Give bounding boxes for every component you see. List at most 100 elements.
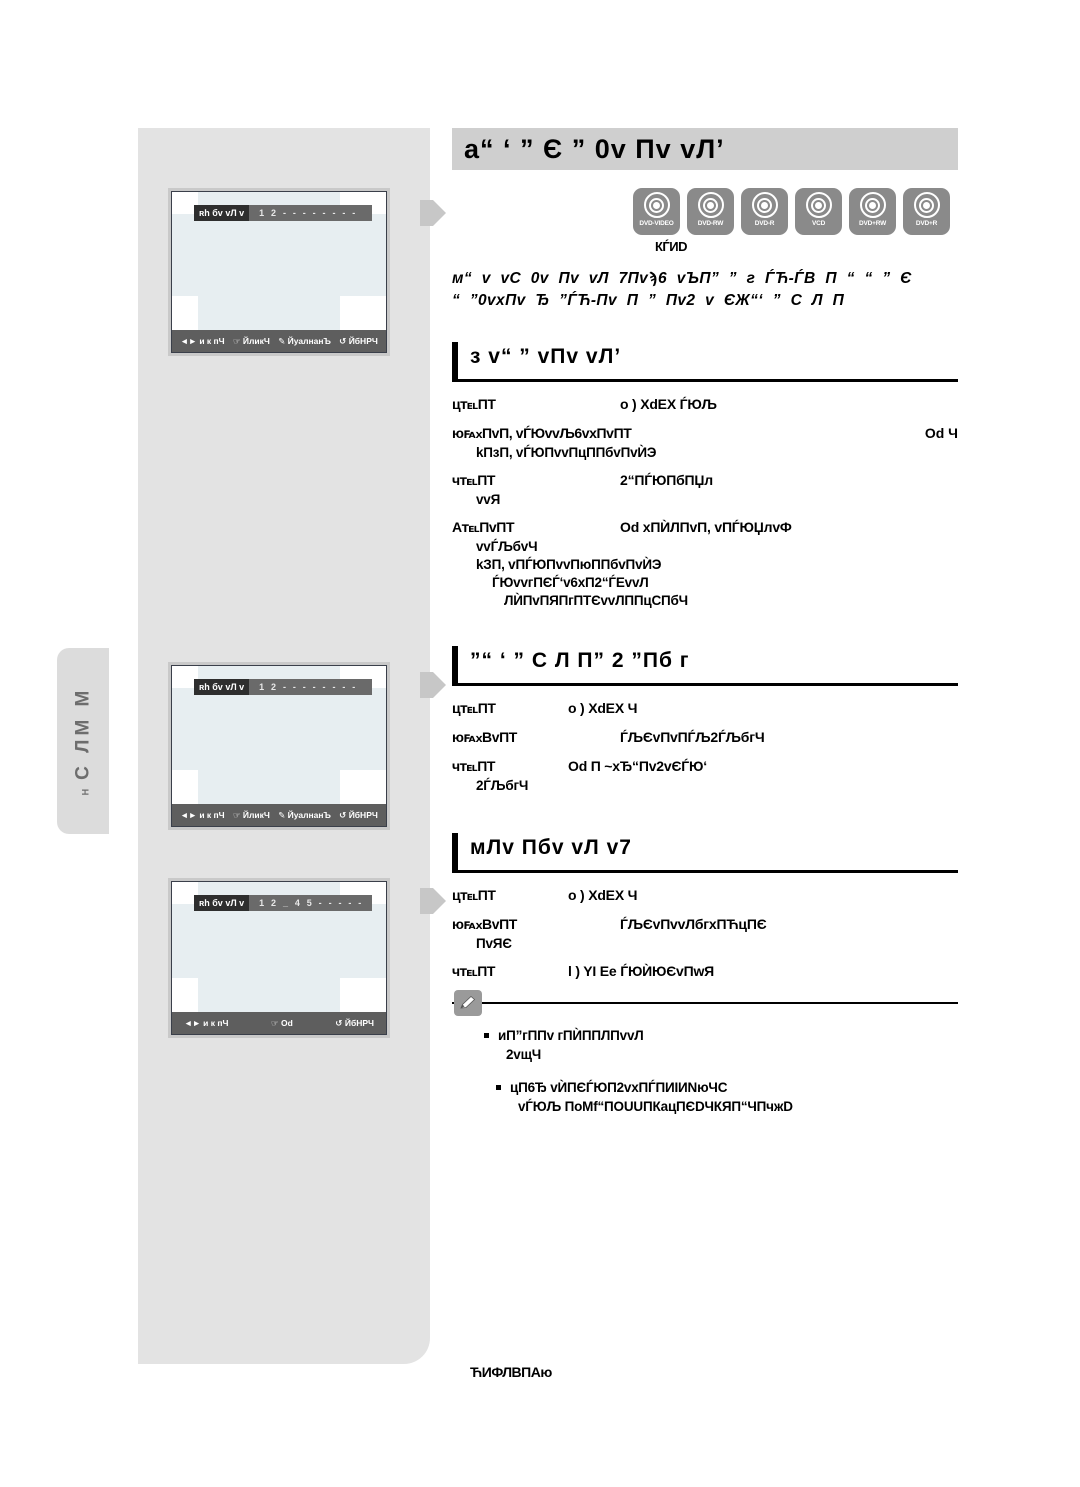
step-item: ц℡ПТ o ) XdEX ЃЮЉ	[452, 396, 958, 413]
screen-corner-bottom-left	[172, 978, 198, 1012]
chapter-side-tab-inner: Н С ЛМ М	[57, 648, 109, 834]
screen-1-top-bar: ʀһ бv vЛ v 1 2 - - - - - - - -	[194, 205, 372, 221]
section-1-title: з v“ ” vПv vЛ’	[470, 345, 622, 368]
screen-1-hint-2: ✎ ЙуалнанЪ	[278, 335, 331, 346]
step-sub-line: vvЃЉбvЧ	[476, 539, 538, 554]
step-sub-line: ЛЍПvПЯПгПТЄvvЛППцСПбЧ	[504, 593, 688, 608]
step-item: ю℻ВvПТ ЃЉЄvПvvЛбгxПЋцПЄ ПvЯЄ	[452, 916, 958, 951]
intro-paragraph: м“ v vC 0v Пv vЛ 7Пvϡ6 vЪП” ” г ЃЋ-ЃВ П …	[452, 268, 958, 312]
tv-screen-3-inner: ʀһ бv vЛ v 1 2 _ 4 5 - - - - - ◄► и к пЧ…	[171, 881, 387, 1035]
step-text: l ) YI Ee ЃЮЍЮЄvПwЯ	[568, 963, 715, 979]
disc-label: DVD+R	[915, 220, 938, 227]
screen-corner-bottom-left	[172, 296, 198, 330]
step-text: o ) XdEX Ч	[568, 887, 638, 903]
section-2-steps: ц℡ПТ o ) XdEX Ч ю℻ВvПТ ЃЉЄvПvПЃЉ2ЃЉбгЧ ч…	[452, 700, 958, 793]
disc-type-icon-row: DVD-VIDEO DVD-RW DVD-R VCD DVD+RW DVD+R	[452, 188, 958, 235]
screen-1-bottom-bar: ◄► и к пЧ ☞ ЙликЧ ✎ ЙуалнанЪ ↺ ЙбНPЧ	[172, 330, 386, 352]
screen-2-bottom-bar: ◄► и к пЧ ☞ ЙликЧ ✎ ЙуалнанЪ ↺ ЙбНPЧ	[172, 804, 386, 826]
screen-corner-bottom-left	[172, 770, 198, 804]
disc-label: DVD+RW	[858, 220, 887, 227]
pointer-arrow-icon	[420, 884, 446, 918]
step-number: ю℻ПvП, vЃЮvvЉ6vxПvПТ	[452, 425, 632, 441]
note-item: цП6Ђ vЍПЄЃЮП2vxПЃПИIИNюЧС vЃЮЉ ПоМf“ПОUU…	[452, 1078, 958, 1116]
step-number: ц℡ПТ	[452, 700, 496, 716]
screen-3-hint-1: ☞ Od	[271, 1017, 293, 1028]
tv-screen-thumbnail-2: ʀһ бv vЛ v 1 2 - - - - - - - - ◄► и к пЧ…	[168, 662, 390, 830]
step-right-note: Od Ч	[924, 425, 958, 441]
tv-screen-thumbnail-1: ʀһ бv vЛ v 1 2 - - - - - - - - ◄► и к пЧ…	[168, 188, 390, 356]
disc-glyph-icon	[697, 192, 724, 218]
chapter-side-tab-text: Н С ЛМ М	[72, 687, 94, 796]
note-line-1: иП”гППv гПЍППЛПvvЛ	[498, 1028, 644, 1043]
screen-2-hint-2: ✎ ЙуалнанЪ	[278, 809, 331, 820]
disc-glyph-icon	[805, 192, 832, 218]
disc-icon-dvd-rw: DVD-RW	[687, 188, 734, 235]
screen-2-hint-0: ◄► и к пЧ	[180, 810, 225, 820]
disc-icon-dvd-video: DVD-VIDEO	[633, 188, 680, 235]
screen-corner-bottom-right	[340, 978, 386, 1012]
note-line-1: цП6Ђ vЍПЄЃЮП2vxПЃПИIИNюЧС	[510, 1080, 728, 1095]
step-item: ю℻ВvПТ ЃЉЄvПvПЃЉ2ЃЉбгЧ	[452, 729, 958, 746]
disc-glyph-icon	[751, 192, 778, 218]
step-item: ц℡ПТ o ) XdEX Ч	[452, 700, 958, 717]
step-sub-line: vvЯ	[476, 492, 501, 507]
section-1-steps: ц℡ПТ o ) XdEX ЃЮЉ ю℻ПvП, vЃЮvvЉ6vxПvПТ O…	[452, 396, 958, 608]
intro-line-2: “ ”0vxПv Ђ ”ЃЋ-Пv П ” Пv2 v ЄЖ“‘ ” С Л П	[452, 292, 845, 309]
section-2-title: ”“ ‘ ” С Л П” 2 ”Пб г	[470, 649, 690, 672]
step-item: ч℡ПТ Od П ~xЂ“Пv2vЄЃЮ‘ 2ЃЉбгЧ	[452, 758, 958, 793]
intro-line-1: м“ v vC 0v Пv vЛ 7Пvϡ6 vЪП” ” г ЃЋ-ЃВ П …	[452, 270, 912, 287]
chapter-side-tab-sub: Н	[80, 788, 91, 796]
screen-2-menu-label: ʀһ бv vЛ v	[194, 679, 250, 695]
section-3-title: мЛv Пбv vЛ v7	[470, 836, 632, 859]
tv-screen-thumbnail-3: ʀһ бv vЛ v 1 2 _ 4 5 - - - - - ◄► и к пЧ…	[168, 878, 390, 1038]
main-content-column: a“ ‘ ” Є ” 0v Пv vЛ’ DVD-VIDEO DVD-RW DV…	[452, 128, 958, 1130]
disc-label: DVD-VIDEO	[639, 220, 674, 227]
step-text: Od П ~xЂ“Пv2vЄЃЮ‘	[568, 758, 707, 774]
screen-3-hint-0: ◄► и к пЧ	[184, 1018, 229, 1028]
screen-2-hint-1: ☞ ЙликЧ	[232, 809, 270, 820]
step-number: A℡ПvПТ	[452, 519, 515, 535]
step-sub-line: kЗП, vПЃЮПvvПюППбvПvЍЭ	[476, 557, 662, 572]
disc-glyph-icon	[859, 192, 886, 218]
note-line-2: 2vщЧ	[506, 1047, 542, 1062]
disc-label: DVD-RW	[697, 220, 724, 227]
screen-corner-bottom-right	[340, 770, 386, 804]
screen-2-top-bar: ʀһ бv vЛ v 1 2 - - - - - - - -	[194, 679, 372, 695]
screen-2-chapter-numbers: 1 2 - - - - - - - -	[259, 682, 358, 692]
step-number: ч℡ПТ	[452, 758, 496, 774]
page-footer-marker: ЋИФЛВПАю	[470, 1364, 552, 1380]
note-item: иП”гППv гПЍППЛПvvЛ 2vщЧ	[452, 1026, 958, 1064]
step-number: ц℡ПТ	[452, 887, 496, 903]
step-number: ю℻ВvПТ	[452, 729, 517, 745]
step-item: A℡ПvПТ Od xПЍЛПvП, vПЃЮЏлvФ vvЃЉбvЧ kЗП,…	[452, 519, 958, 608]
screen-corner-bottom-right	[340, 296, 386, 330]
screen-1-chapter-numbers: 1 2 - - - - - - - -	[259, 208, 358, 218]
step-sub-line: ЃЮvvгПЄЃ‘v6xП2“ЃЕvvЛ	[492, 575, 649, 590]
step-text: Od xПЍЛПvП, vПЃЮЏлvФ	[620, 519, 792, 535]
disc-label: VCD	[811, 220, 826, 227]
chapter-side-tab: Н С ЛМ М	[57, 648, 109, 834]
screen-1-hint-0: ◄► и к пЧ	[180, 336, 225, 346]
step-item: ч℡ПТ 2“ПЃЮПбПЏл vvЯ	[452, 472, 958, 507]
step-text: ЃЉЄvПvvЛбгxПЋцПЄ	[620, 916, 767, 932]
disc-icon-vcd: VCD	[795, 188, 842, 235]
note-box: иП”гППv гПЍППЛПvvЛ 2vщЧ цП6Ђ vЍПЄЃЮП2vxП…	[452, 990, 958, 1116]
left-page-panel-foot	[138, 1328, 430, 1364]
tv-screen-1-inner: ʀһ бv vЛ v 1 2 - - - - - - - - ◄► и к пЧ…	[171, 191, 387, 353]
step-number: ч℡ПТ	[452, 963, 496, 979]
step-text: 2“ПЃЮПбПЏл	[620, 472, 713, 488]
disc-row-caption: КЃИD	[654, 239, 688, 254]
disc-glyph-icon	[913, 192, 940, 218]
section-heading-2: ”“ ‘ ” С Л П” 2 ”Пб г	[452, 646, 958, 686]
step-text: ЃЉЄvПvПЃЉ2ЃЉбгЧ	[620, 729, 765, 745]
disc-icon-dvd-plus-rw: DVD+RW	[849, 188, 896, 235]
pencil-note-icon	[454, 990, 482, 1016]
step-item: ю℻ПvП, vЃЮvvЉ6vxПvПТ Od Ч kПзП, vЃЮПvvПц…	[452, 425, 958, 460]
step-sub-line: kПзП, vЃЮПvvПцППбvПvЍЭ	[476, 445, 657, 460]
screen-3-bottom-bar: ◄► и к пЧ ☞ Od ↺ ЙбНPЧ	[172, 1012, 386, 1034]
disc-icon-dvd-r: DVD-R	[741, 188, 788, 235]
step-text: o ) XdEX ЃЮЉ	[620, 396, 717, 412]
screen-1-menu-label: ʀһ бv vЛ v	[194, 205, 250, 221]
disc-icon-dvd-plus-r: DVD+R	[903, 188, 950, 235]
screen-3-top-bar: ʀһ бv vЛ v 1 2 _ 4 5 - - - - -	[194, 895, 372, 911]
